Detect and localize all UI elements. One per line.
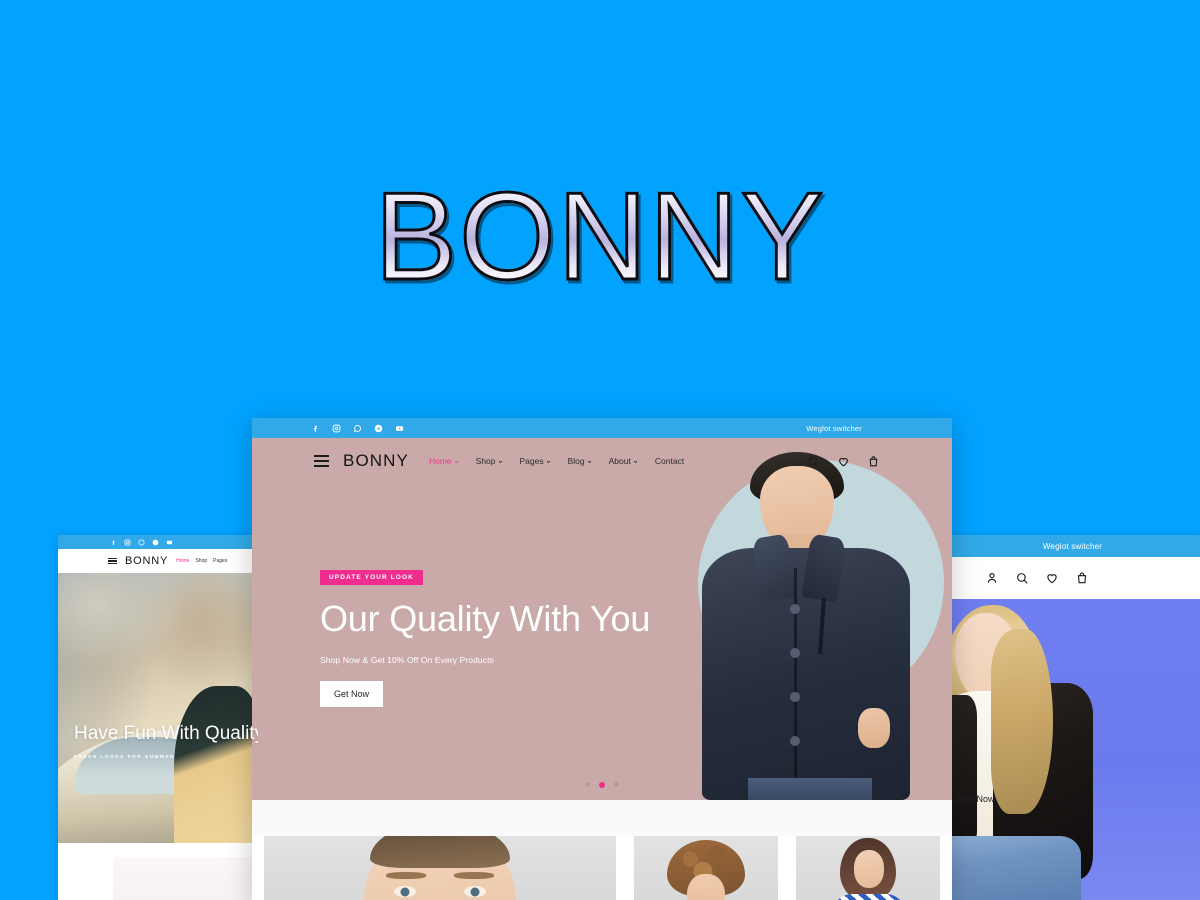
right-topbar: Weglot switcher <box>945 535 1200 557</box>
left-products-section <box>58 843 258 900</box>
chevron-down-icon <box>454 460 458 463</box>
youtube-icon[interactable] <box>166 539 173 546</box>
left-logo[interactable]: BONNY <box>125 555 168 567</box>
product-card-2[interactable] <box>634 836 779 900</box>
carousel-dot-1[interactable] <box>585 782 590 787</box>
hero-badge: UPDATE YOUR LOOK <box>320 570 423 585</box>
wishlist-heart-icon[interactable] <box>837 455 850 468</box>
facebook-icon[interactable] <box>110 539 117 546</box>
left-nav-item-pages[interactable]: Pages <box>213 558 227 564</box>
instagram-icon[interactable] <box>331 423 341 433</box>
hero-heading: Our Quality With You <box>320 598 651 639</box>
whatsapp-icon[interactable] <box>138 539 145 546</box>
hero-text-block: UPDATE YOUR LOOK Our Quality With You Sh… <box>320 566 650 707</box>
nav-item-pages[interactable]: Pages <box>520 456 551 466</box>
center-navbar: BONNY Home Shop Pages Blog About Contact <box>252 438 952 484</box>
center-nav-menu: Home Shop Pages Blog About Contact <box>429 456 684 466</box>
telegram-icon[interactable] <box>373 423 383 433</box>
nav-item-pages-label: Pages <box>519 456 544 466</box>
hero-subtitle: Shop Now & Get 10% Off On Every Products <box>320 654 494 665</box>
center-browser-mockup: Weglot switcher BONNY Home Shop Pages Bl… <box>252 418 952 900</box>
nav-item-blog-label: Blog <box>567 456 585 466</box>
left-hero-section: Have Fun With Quality FRESH LOOKS FOR SU… <box>58 573 258 843</box>
page-title: BONNY <box>373 168 826 306</box>
left-hero-text: Have Fun With Quality FRESH LOOKS FOR SU… <box>74 723 258 759</box>
hero-carousel-dots <box>252 782 952 788</box>
brand-title-container: BONNY <box>0 168 1200 306</box>
nav-item-home-label: Home <box>428 456 452 466</box>
get-now-button[interactable]: Get Now <box>320 680 384 707</box>
nav-item-about[interactable]: About <box>609 456 638 466</box>
weglot-switcher-label[interactable]: Weglot switcher <box>806 424 930 433</box>
facebook-icon[interactable] <box>310 423 320 433</box>
center-logo[interactable]: BONNY <box>343 451 409 471</box>
instagram-icon[interactable] <box>124 539 131 546</box>
hero-model-image <box>694 452 932 800</box>
left-navbar: BONNY Home Shop Pages <box>58 549 258 573</box>
chevron-down-icon <box>633 460 638 463</box>
right-navbar <box>945 557 1200 599</box>
carousel-dot-3[interactable] <box>614 782 619 787</box>
left-nav-item-shop[interactable]: Shop <box>195 558 207 564</box>
cart-bag-icon[interactable] <box>867 455 880 468</box>
center-product-grid <box>252 836 952 900</box>
nav-item-shop[interactable]: Shop <box>476 456 503 466</box>
left-browser-mockup: BONNY Home Shop Pages Have Fun With Qual… <box>58 535 258 900</box>
cart-bag-icon[interactable] <box>1075 571 1089 585</box>
chevron-down-icon <box>587 460 591 463</box>
product-card-1[interactable] <box>264 836 617 900</box>
search-icon[interactable] <box>1015 571 1029 585</box>
carousel-dot-2[interactable] <box>599 782 605 788</box>
left-hero-subtitle: FRESH LOOKS FOR SUMMER <box>74 753 176 759</box>
account-user-icon[interactable] <box>985 571 999 585</box>
left-hero-heading: Have Fun With Quality <box>74 723 258 744</box>
youtube-icon[interactable] <box>394 423 404 433</box>
whatsapp-icon[interactable] <box>352 423 362 433</box>
left-nav-item-home[interactable]: Home <box>176 558 189 564</box>
wishlist-heart-icon[interactable] <box>1045 571 1059 585</box>
right-weglot-switcher-label[interactable]: Weglot switcher <box>1043 542 1102 551</box>
left-product-card[interactable] <box>113 857 258 900</box>
nav-item-about-label: About <box>608 456 631 466</box>
right-hero-model-image <box>945 599 1142 900</box>
nav-item-contact[interactable]: Contact <box>655 456 684 466</box>
nav-item-home[interactable]: Home <box>429 456 459 466</box>
center-topbar: Weglot switcher <box>252 418 952 438</box>
center-nav-icon-group <box>807 455 936 468</box>
chevron-down-icon <box>498 460 502 463</box>
hamburger-menu-icon[interactable] <box>314 455 329 467</box>
search-icon[interactable] <box>807 455 820 468</box>
right-shop-now-button[interactable]: Shop Now <box>953 794 995 804</box>
social-icon-group <box>310 423 404 433</box>
chevron-down-icon <box>546 460 550 463</box>
center-hero-section: BONNY Home Shop Pages Blog About Contact… <box>252 438 952 800</box>
left-nav-menu: Home Shop Pages <box>176 558 227 564</box>
left-hero-person-image <box>174 686 258 843</box>
right-browser-mockup: Weglot switcher Shop Now <box>945 535 1200 900</box>
left-topbar <box>58 535 258 549</box>
center-section-divider <box>252 800 952 836</box>
product-card-3[interactable] <box>796 836 940 900</box>
hamburger-menu-icon[interactable] <box>108 557 117 565</box>
nav-item-shop-label: Shop <box>475 456 496 466</box>
right-hero-section: Shop Now <box>945 599 1200 900</box>
telegram-icon[interactable] <box>152 539 159 546</box>
nav-item-blog[interactable]: Blog <box>568 456 592 466</box>
